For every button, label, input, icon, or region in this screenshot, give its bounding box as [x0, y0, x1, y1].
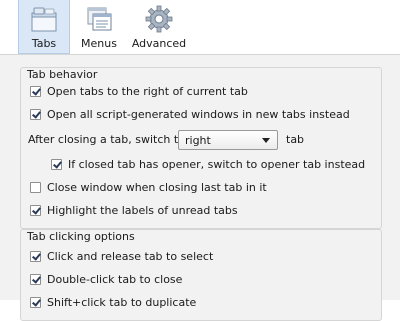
tab-menus-label: Menus — [81, 37, 117, 50]
tab-advanced[interactable]: Advanced — [128, 0, 190, 54]
shift-click-label: Shift+click tab to duplicate — [47, 296, 197, 309]
double-click-option[interactable]: Double-click tab to close — [30, 273, 182, 286]
close-window-label: Close window when closing last tab in it — [47, 181, 267, 194]
shift-click-checkbox[interactable] — [30, 297, 41, 308]
menus-icon — [84, 4, 114, 34]
preferences-content: Tab behavior Open tabs to the right of c… — [0, 55, 400, 321]
opener-checkbox[interactable] — [51, 159, 62, 170]
after-close-select[interactable]: right — [178, 130, 278, 150]
open-tabs-right-option[interactable]: Open tabs to the right of current tab — [30, 85, 248, 98]
tab-advanced-label: Advanced — [131, 37, 187, 50]
after-close-select-value: right — [185, 133, 211, 147]
open-script-windows-label: Open all script-generated windows in new… — [47, 108, 350, 121]
close-window-option[interactable]: Close window when closing last tab in it — [30, 181, 267, 194]
preferences-toolbar: Tabs Menus Advanced — [0, 0, 400, 55]
double-click-checkbox[interactable] — [30, 274, 41, 285]
click-release-option[interactable]: Click and release tab to select — [30, 250, 213, 263]
highlight-unread-checkbox[interactable] — [30, 205, 41, 216]
opener-label: If closed tab has opener, switch to open… — [68, 158, 366, 171]
open-tabs-right-checkbox[interactable] — [30, 86, 41, 97]
double-click-label: Double-click tab to close — [47, 273, 183, 286]
tab-behavior-group: Tab behavior Open tabs to the right of c… — [20, 67, 382, 229]
tab-clicking-group: Tab clicking options Click and release t… — [20, 229, 382, 321]
tabs-icon — [29, 4, 59, 34]
group-title: Tab behavior — [27, 68, 98, 81]
after-close-prefix: After closing a tab, switch to — [28, 133, 185, 146]
open-tabs-right-label: Open tabs to the right of current tab — [47, 85, 248, 98]
tab-menus[interactable]: Menus — [76, 0, 122, 54]
shift-click-option[interactable]: Shift+click tab to duplicate — [30, 296, 196, 309]
open-script-windows-checkbox[interactable] — [30, 109, 41, 120]
tab-tabs-label: Tabs — [31, 37, 57, 50]
click-release-label: Click and release tab to select — [47, 250, 214, 263]
group-title: Tab clicking options — [27, 230, 135, 243]
tab-tabs[interactable]: Tabs — [18, 0, 70, 54]
chevron-down-icon — [262, 137, 270, 143]
after-close-suffix-text: tab — [286, 133, 305, 146]
close-window-checkbox[interactable] — [30, 182, 41, 193]
gear-icon — [144, 4, 174, 34]
opener-option[interactable]: If closed tab has opener, switch to open… — [51, 158, 365, 171]
highlight-unread-label: Highlight the labels of unread tabs — [47, 204, 238, 217]
open-script-windows-option[interactable]: Open all script-generated windows in new… — [30, 108, 350, 121]
after-close-suffix: tab — [286, 133, 304, 146]
after-close-prefix-text: After closing a tab, switch to — [28, 133, 185, 146]
click-release-checkbox[interactable] — [30, 251, 41, 262]
highlight-unread-option[interactable]: Highlight the labels of unread tabs — [30, 204, 238, 217]
